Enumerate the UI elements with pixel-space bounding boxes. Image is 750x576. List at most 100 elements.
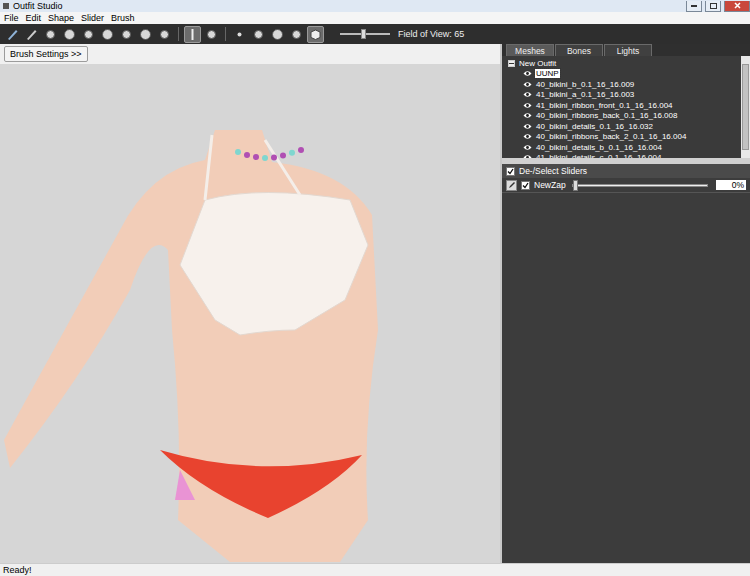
maximize-button[interactable]: [705, 1, 721, 12]
viewport-column: Brush Settings >>: [0, 44, 500, 563]
minimize-icon: [691, 4, 697, 7]
inflate-tool-icon: [63, 28, 76, 41]
tool-button[interactable]: [4, 26, 21, 43]
pencil-icon: [508, 181, 516, 189]
ball3-tool-icon: [290, 28, 303, 41]
eye-icon[interactable]: [523, 102, 532, 109]
tree-root-label: New Outfit: [518, 59, 557, 68]
mesh-list: New OutfitUUNP40_bikini_b_0.1_16_16.0094…: [502, 56, 741, 158]
close-button[interactable]: [724, 1, 750, 12]
tool-button[interactable]: [80, 26, 97, 43]
tool-button[interactable]: [184, 26, 201, 43]
slider-thumb[interactable]: [573, 180, 578, 191]
mesh-tree: New OutfitUUNP40_bikini_b_0.1_16_16.0094…: [502, 56, 750, 158]
deflate-tool-icon: [82, 28, 95, 41]
color-tool-icon: [158, 28, 171, 41]
eye-icon[interactable]: [523, 133, 532, 140]
edit-slider-button[interactable]: [506, 180, 517, 191]
fov-slider[interactable]: [340, 33, 390, 35]
brush-tool-icon: [6, 28, 19, 41]
mesh-item[interactable]: 40_bikini_details_0.1_16_16.032: [508, 121, 741, 132]
checkbox[interactable]: [506, 167, 515, 176]
slider-name: NewZap: [534, 180, 564, 190]
tool-button[interactable]: [137, 26, 154, 43]
tool-button[interactable]: [156, 26, 173, 43]
mesh-label: 40_bikini_details_b_0.1_16_16.004: [535, 143, 663, 152]
tab[interactable]: Meshes: [506, 44, 554, 56]
mesh-item[interactable]: 40_bikini_ribbons_back_0.1_16_16.008: [508, 111, 741, 122]
tool-button[interactable]: [99, 26, 116, 43]
eye-icon[interactable]: [523, 91, 532, 98]
brush2-tool-icon: [25, 28, 38, 41]
tool-button[interactable]: [307, 26, 324, 43]
window-title: Outfit Studio: [13, 1, 683, 12]
mesh-label: 40_bikini_ribbons_back_2_0.1_16_16.004: [535, 132, 687, 141]
mesh-item[interactable]: 41_bikini_ribbon_front_0.1_16_16.004: [508, 100, 741, 111]
tool-button[interactable]: [269, 26, 286, 43]
eye-icon[interactable]: [523, 112, 532, 119]
tool-button[interactable]: [250, 26, 267, 43]
scrollbar[interactable]: [741, 56, 750, 158]
tab-bar: MeshesBonesLights: [502, 44, 750, 56]
tool-button[interactable]: [118, 26, 135, 43]
dot-tool-icon: [233, 28, 246, 41]
mesh-label: 40_bikini_details_0.1_16_16.032: [535, 122, 654, 131]
model-render[interactable]: [0, 64, 500, 563]
ball2-tool-icon: [271, 28, 284, 41]
tool-button[interactable]: [23, 26, 40, 43]
mesh-item[interactable]: 40_bikini_details_b_0.1_16_16.004: [508, 142, 741, 153]
expander[interactable]: [508, 60, 515, 67]
check-icon: [522, 182, 529, 189]
slider-track[interactable]: [572, 184, 708, 187]
menu-item[interactable]: Edit: [26, 13, 42, 23]
mesh-item[interactable]: UUNP: [508, 69, 741, 80]
tab[interactable]: Bones: [555, 44, 603, 56]
tool-button[interactable]: [231, 26, 248, 43]
mesh-label: 40_bikini_b_0.1_16_16.009: [535, 80, 635, 89]
eye-icon[interactable]: [523, 81, 532, 88]
mesh-item[interactable]: 41_bikini_a_0.1_16_16.003: [508, 90, 741, 101]
eye-icon[interactable]: [523, 123, 532, 130]
tab[interactable]: Lights: [604, 44, 652, 56]
toolbar: Field of View: 65: [0, 24, 750, 44]
eye-icon[interactable]: [523, 144, 532, 151]
weight-tool-icon: [139, 28, 152, 41]
select-sliders-row[interactable]: De-/Select Sliders: [502, 164, 750, 178]
tool-button[interactable]: [61, 26, 78, 43]
viewport[interactable]: [0, 64, 500, 563]
mesh-label: UUNP: [535, 69, 560, 78]
menu-item[interactable]: Slider: [81, 13, 104, 23]
side-panel: MeshesBonesLights New OutfitUUNP 40_bikini…: [502, 44, 750, 563]
tool-button[interactable]: [288, 26, 305, 43]
slider-reading[interactable]: 0%: [716, 180, 746, 190]
scrollbar-thumb[interactable]: [742, 64, 749, 150]
checkbox[interactable]: [521, 181, 530, 190]
brush-settings-button[interactable]: Brush Settings >>: [4, 46, 88, 62]
slider-panel: De-/Select Sliders NewZap 0%: [502, 164, 750, 563]
menu-item[interactable]: Brush: [111, 13, 135, 23]
tree-root[interactable]: New Outfit: [508, 58, 741, 69]
check-icon: [507, 168, 514, 175]
mesh-label: 41_bikini_a_0.1_16_16.003: [535, 90, 635, 99]
fov-label: Field of View: 65: [398, 29, 464, 39]
menu-item[interactable]: Shape: [48, 13, 74, 23]
mesh-item[interactable]: 40_bikini_b_0.1_16_16.009: [508, 79, 741, 90]
cube-tool-icon: [309, 28, 322, 41]
outfit-studio-window: Outfit StudioFile Edit Shape Slider Brush Fie…: [0, 0, 750, 576]
mesh-item[interactable]: 40_bikini_ribbons_back_2_0.1_16_16.004: [508, 132, 741, 143]
toolbar-separator: [225, 27, 226, 41]
smooth-tool-icon: [120, 28, 133, 41]
mesh-label: 40_bikini_ribbons_back_0.1_16_16.008: [535, 111, 678, 120]
fov-slider-thumb[interactable]: [361, 29, 366, 39]
toolbar-separator: [178, 27, 179, 41]
minimize-button[interactable]: [686, 1, 702, 12]
tool-button[interactable]: [42, 26, 59, 43]
tool-button[interactable]: [203, 26, 220, 43]
mirror-tool-icon: [205, 28, 218, 41]
eye-icon[interactable]: [523, 70, 532, 77]
move-tool-icon: [101, 28, 114, 41]
mask-tool-icon: [44, 28, 57, 41]
slider-row: NewZap 0%: [502, 178, 750, 193]
menu-item[interactable]: File: [4, 13, 19, 23]
maximize-icon: [710, 3, 717, 9]
